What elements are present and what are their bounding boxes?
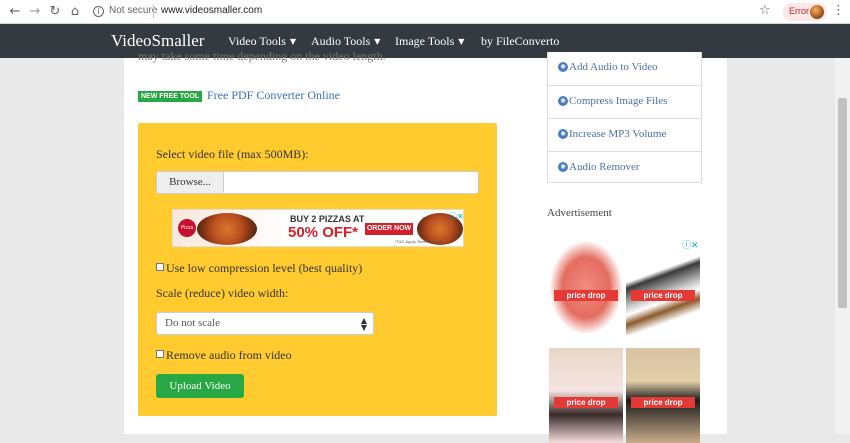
price-drop-badge: price drop <box>554 397 618 408</box>
caret-down-icon: ▼ <box>374 37 381 46</box>
pizza-image <box>197 213 257 245</box>
sidebar-item-add-audio[interactable]: ◉ Add Audio to Video <box>548 52 701 85</box>
browser-menu-icon[interactable]: ⋮ <box>832 3 845 18</box>
profile-error-button[interactable]: Error <box>783 3 827 21</box>
ad-headline: BUY 2 PIZZAS AT <box>290 214 365 224</box>
browse-button[interactable]: Browse... <box>157 172 224 193</box>
nav-image-tools-label: Image Tools <box>395 34 455 48</box>
nav-audio-tools[interactable]: Audio Tools ▼ <box>311 34 380 49</box>
ad-choices-icon[interactable]: ⓘ✕ <box>449 211 464 222</box>
remove-audio-checkbox[interactable] <box>156 350 164 358</box>
product-tile[interactable]: price drop <box>549 348 623 443</box>
bookmark-star-icon[interactable]: ☆ <box>759 3 771 18</box>
file-input[interactable]: Browse... <box>156 171 479 194</box>
nav-video-tools[interactable]: Video Tools ▼ <box>228 34 296 49</box>
product-tile[interactable]: price drop <box>626 348 700 443</box>
sidebar-item-label: Add Audio to Video <box>569 61 658 73</box>
price-drop-badge: price drop <box>631 397 695 408</box>
forward-icon[interactable]: → <box>26 3 44 21</box>
scale-selected-value: Do not scale <box>165 317 220 329</box>
profile-error-label: Error <box>789 6 809 16</box>
sidebar-item-label: Compress Image Files <box>569 95 668 107</box>
back-icon[interactable]: ← <box>6 3 24 21</box>
pizza-ad-banner[interactable]: Pizza Hut BUY 2 PIZZAS AT 50% OFF* ORDER… <box>172 209 464 249</box>
browser-toolbar: ← → ↻ ⌂ i Not secure www.videosmaller.co… <box>0 0 850 24</box>
sidebar-item-audio-remover[interactable]: ◉ Audio Remover <box>548 151 701 184</box>
caret-down-icon: ▼ <box>289 37 297 46</box>
intro-text-clipped: may take some time depending on the vide… <box>138 49 386 63</box>
product-tile[interactable]: price drop <box>549 240 623 335</box>
security-label: Not secure <box>109 5 158 16</box>
globe-icon: ◉ <box>558 62 568 72</box>
sidebar-item-increase-mp3[interactable]: ◉ Increase MP3 Volume <box>548 118 701 151</box>
nav-audio-tools-label: Audio Tools <box>311 34 371 48</box>
upload-video-button[interactable]: Upload Video <box>156 374 244 398</box>
info-icon[interactable]: i <box>93 6 104 17</box>
product-tile[interactable]: price drop <box>626 240 700 335</box>
url-text[interactable]: www.videosmaller.com <box>161 5 262 16</box>
pizza-hut-logo: Pizza Hut <box>178 219 196 249</box>
caret-down-icon: ▼ <box>458 37 465 46</box>
price-drop-badge: price drop <box>631 290 695 301</box>
new-tool-badge: NEW FREE TOOL <box>138 91 203 102</box>
scrollbar[interactable] <box>835 58 850 434</box>
avatar <box>810 5 824 19</box>
nav-video-tools-label: Video Tools <box>228 34 286 48</box>
site-brand[interactable]: VideoSmaller <box>111 31 204 51</box>
home-icon[interactable]: ⌂ <box>66 3 84 21</box>
sidebar-ad-grid[interactable]: price drop price drop price drop price d… <box>547 238 702 443</box>
select-arrows-icon: ▲ ▼ <box>360 316 367 332</box>
price-drop-badge: price drop <box>554 290 618 301</box>
address-bar[interactable]: i Not secure www.videosmaller.com <box>87 2 782 22</box>
ad-fine-print: *T&C Apply. Refer website. <box>395 239 443 244</box>
globe-icon: ◉ <box>558 96 568 106</box>
low-compression-checkbox[interactable] <box>156 263 164 271</box>
pdf-converter-link[interactable]: Free PDF Converter Online <box>207 88 340 103</box>
site-navbar: VideoSmaller Video Tools ▼ Audio Tools ▼ I… <box>0 24 850 58</box>
advertisement-heading: Advertisement <box>547 207 612 219</box>
file-label: Select video file (max 500MB): <box>156 147 309 161</box>
sidebar-item-label: Audio Remover <box>569 161 640 173</box>
ad-order-button[interactable]: ORDER NOW <box>365 223 413 235</box>
nav-fileconverto-link[interactable]: by FileConverto <box>481 34 559 49</box>
scale-label: Scale (reduce) video width: <box>156 286 289 300</box>
ad-offer: 50% OFF* <box>288 224 359 241</box>
url-divider <box>153 5 154 18</box>
low-compression-label[interactable]: Use low compression level (best quality) <box>166 261 362 276</box>
upload-form: Select video file (max 500MB): Browse...… <box>138 123 497 416</box>
sidebar-item-compress-image[interactable]: ◉ Compress Image Files <box>548 85 701 118</box>
globe-icon: ◉ <box>558 129 568 139</box>
remove-audio-label[interactable]: Remove audio from video <box>166 348 292 363</box>
sidebar-item-label: Increase MP3 Volume <box>569 128 667 140</box>
sidebar-tool-list: ◉ Add Audio to Video ◉ Compress Image Fi… <box>547 52 702 183</box>
reload-icon[interactable]: ↻ <box>46 3 64 21</box>
globe-icon: ◉ <box>558 162 568 172</box>
scrollbar-thumb[interactable] <box>838 98 847 308</box>
ad-choices-icon[interactable]: ⓘ✕ <box>682 238 699 251</box>
scale-select[interactable]: Do not scale ▲ ▼ <box>156 312 374 335</box>
nav-image-tools[interactable]: Image Tools ▼ <box>395 34 464 49</box>
